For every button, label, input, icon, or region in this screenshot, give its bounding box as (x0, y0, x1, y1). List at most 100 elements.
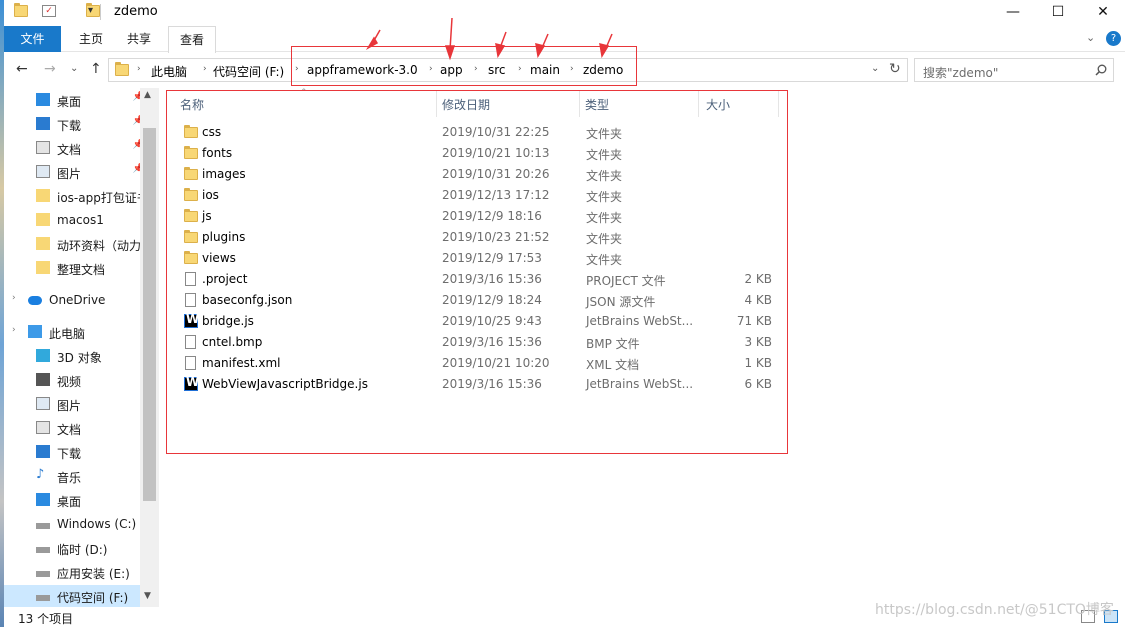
folder-icon (36, 213, 50, 226)
expand-ribbon-icon[interactable]: ⌄ (1086, 31, 1095, 44)
properties-icon[interactable]: ✓ (42, 5, 56, 17)
search-box[interactable]: 搜索"zdemo" (914, 58, 1114, 82)
sidebar-item-label: ios-app打包证书 (57, 191, 144, 205)
sidebar-item-label: 应用安装 (E:) (57, 567, 130, 581)
sidebar-item-label: 桌面 (57, 495, 82, 509)
sidebar-item-1[interactable]: 下载 📌 (4, 113, 144, 135)
item-count: 13 个项目 (18, 612, 74, 626)
sidebar-item-8[interactable]: › OneDrive (4, 289, 144, 311)
sidebar-item-label: 文档 (57, 143, 82, 157)
navigation-pane: 桌面📌下载📌文档📌图片📌 ios-app打包证书 macos1 动环资料（动力环境） 整… (4, 88, 159, 607)
onedrive-icon (28, 296, 42, 305)
sidebar-item-label: 此电脑 (49, 327, 86, 341)
maximize-button[interactable]: ☐ (1035, 0, 1081, 24)
folder-icon (36, 261, 50, 274)
refresh-icon[interactable]: ↻ (889, 61, 901, 77)
breadcrumb-drive-f[interactable]: 代码空间 (F:) (213, 63, 284, 80)
drive-icon (36, 595, 50, 601)
sidebar-item-17[interactable]: Windows (C:) (4, 513, 144, 535)
sidebar-item-label: macos1 (57, 213, 104, 227)
minimize-button[interactable]: — (990, 0, 1036, 24)
sidebar-item-label: 临时 (D:) (57, 543, 108, 557)
drive-icon (36, 547, 50, 553)
breadcrumb-this-pc[interactable]: 此电脑 (151, 63, 187, 80)
pictures-icon (36, 397, 50, 410)
sidebar-item-label: 动环资料（动力环境） (57, 239, 144, 253)
download-icon (36, 445, 50, 458)
sidebar-item-18[interactable]: 临时 (D:) (4, 537, 144, 559)
chevron-right-icon[interactable]: › (137, 64, 141, 74)
folder-icon (115, 62, 129, 76)
search-icon[interactable] (1095, 64, 1107, 76)
sidebar-item-label: 桌面 (57, 95, 82, 109)
title-separator (100, 4, 101, 20)
scroll-up-icon[interactable]: ▲ (144, 90, 151, 100)
chevron-right-icon[interactable]: › (203, 64, 207, 74)
sidebar-item-label: 音乐 (57, 471, 82, 485)
sidebar-item-13[interactable]: 文档 (4, 417, 144, 439)
tab-view[interactable]: 查看 (168, 26, 216, 53)
this-pc-icon (28, 325, 42, 338)
sidebar-item-0[interactable]: 桌面 📌 (4, 89, 144, 111)
sidebar-item-16[interactable]: 桌面 (4, 489, 144, 511)
sidebar-item-label: 文档 (57, 423, 82, 437)
up-button[interactable]: ↑ (90, 61, 102, 77)
video-icon (36, 373, 50, 386)
pictures-icon (36, 165, 50, 178)
folder-icon (14, 3, 28, 17)
sidebar-item-15[interactable]: ♪ 音乐 (4, 465, 144, 487)
sidebar-item-12[interactable]: 图片 (4, 393, 144, 415)
window-title: zdemo (114, 4, 158, 19)
3d-objects-icon (36, 349, 50, 362)
sidebar-item-label: OneDrive (49, 293, 106, 307)
sidebar-item-label: 下载 (57, 119, 82, 133)
desktop-icon (36, 493, 50, 506)
drive-icon (36, 523, 50, 529)
recent-locations-button[interactable]: ⌄ (70, 63, 78, 74)
folder-icon (36, 189, 50, 202)
annotation-arrows (365, 17, 613, 61)
download-icon (36, 117, 50, 130)
annotation-box-files (166, 90, 788, 454)
sidebar-item-11[interactable]: 视频 (4, 369, 144, 391)
search-placeholder: 搜索"zdemo" (923, 66, 999, 80)
drive-icon (36, 571, 50, 577)
help-icon[interactable]: ? (1106, 31, 1121, 46)
sidebar-item-20[interactable]: 代码空间 (F:) (4, 585, 144, 607)
navigation-pane-scrollbar[interactable]: ▲ ▼ (140, 88, 159, 607)
watermark: https://blog.csdn.net/@51CTO博客 (875, 602, 1114, 618)
sidebar-item-6[interactable]: 动环资料（动力环境） (4, 233, 144, 255)
scrollbar-thumb[interactable] (143, 128, 156, 501)
sidebar-item-label: 图片 (57, 399, 82, 413)
address-history-icon[interactable]: ⌄ (871, 63, 879, 74)
chevron-right-icon[interactable]: › (12, 325, 16, 335)
sidebar-item-label: 整理文档 (57, 263, 106, 277)
music-icon: ♪ (36, 467, 45, 482)
sidebar-item-19[interactable]: 应用安装 (E:) (4, 561, 144, 583)
document-icon (36, 141, 50, 154)
sidebar-item-label: 视频 (57, 375, 82, 389)
tab-file[interactable]: 文件 (4, 26, 61, 52)
sidebar-item-10[interactable]: 3D 对象 (4, 345, 144, 367)
sidebar-item-2[interactable]: 文档 📌 (4, 137, 144, 159)
sidebar-item-label: 3D 对象 (57, 351, 102, 365)
close-button[interactable]: ✕ (1080, 0, 1125, 24)
back-button[interactable]: ← (16, 61, 28, 77)
tab-home[interactable]: 主页 (72, 26, 110, 52)
desktop-icon (36, 93, 50, 106)
forward-button[interactable]: → (44, 61, 56, 77)
tab-share[interactable]: 共享 (120, 26, 158, 52)
folder-icon (36, 237, 50, 250)
sidebar-item-4[interactable]: ios-app打包证书 (4, 185, 144, 207)
sidebar-item-label: 代码空间 (F:) (57, 591, 129, 605)
sidebar-item-label: 下载 (57, 447, 82, 461)
document-icon (36, 421, 50, 434)
sidebar-item-5[interactable]: macos1 (4, 209, 144, 231)
chevron-right-icon[interactable]: › (12, 293, 16, 303)
sidebar-item-14[interactable]: 下载 (4, 441, 144, 463)
sidebar-item-3[interactable]: 图片 📌 (4, 161, 144, 183)
sidebar-item-label: 图片 (57, 167, 82, 181)
scroll-down-icon[interactable]: ▼ (144, 591, 151, 601)
sidebar-item-7[interactable]: 整理文档 (4, 257, 144, 279)
sidebar-item-9[interactable]: › 此电脑 (4, 321, 144, 343)
